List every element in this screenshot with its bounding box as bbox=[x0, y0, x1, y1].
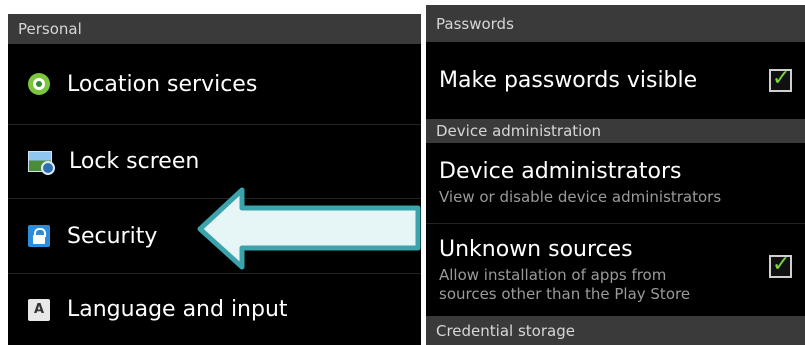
section-header-label: Personal bbox=[18, 20, 82, 38]
settings-item-location-services[interactable]: Location services bbox=[8, 44, 421, 124]
settings-item-security[interactable]: Security bbox=[8, 199, 421, 273]
setting-title: Unknown sources bbox=[439, 236, 633, 262]
language-icon: A bbox=[28, 298, 50, 321]
settings-item-language-and-input[interactable]: A Language and input bbox=[8, 274, 421, 345]
section-header-label: Device administration bbox=[436, 122, 602, 140]
setting-title: Make passwords visible bbox=[439, 68, 698, 93]
settings-item-label: Location services bbox=[67, 71, 258, 97]
settings-item-label: Lock screen bbox=[69, 149, 200, 174]
section-header-passwords: Passwords bbox=[426, 5, 805, 42]
section-header-label: Passwords bbox=[436, 14, 514, 33]
settings-item-lock-screen[interactable]: Lock screen bbox=[8, 125, 421, 198]
section-header-device-administration: Device administration bbox=[426, 119, 805, 143]
setting-title: Device administrators bbox=[439, 159, 682, 184]
setting-subtitle: Allow installation of apps from sources … bbox=[439, 265, 691, 303]
checkmark-icon: ✓ bbox=[772, 66, 791, 91]
section-header-personal: Personal bbox=[8, 14, 421, 44]
setting-unknown-sources[interactable]: Unknown sources Allow installation of ap… bbox=[426, 224, 805, 316]
checkmark-icon: ✓ bbox=[772, 252, 791, 277]
setting-device-administrators[interactable]: Device administrators View or disable de… bbox=[426, 143, 805, 223]
lock-screen-icon bbox=[28, 151, 55, 175]
security-settings-panel: Passwords Make passwords visible ✓ Devic… bbox=[426, 5, 805, 345]
settings-item-label: Language and input bbox=[67, 297, 288, 322]
setting-make-passwords-visible[interactable]: Make passwords visible ✓ bbox=[426, 42, 805, 119]
security-lock-icon bbox=[28, 225, 50, 247]
setting-subtitle: View or disable device administrators bbox=[439, 188, 722, 206]
section-header-credential-storage: Credential storage bbox=[426, 316, 805, 345]
settings-item-label: Security bbox=[67, 223, 158, 249]
settings-list-panel: Personal Location services Lock screen S… bbox=[8, 14, 421, 345]
section-header-label: Credential storage bbox=[436, 321, 575, 340]
unknown-sources-checkbox[interactable]: ✓ bbox=[769, 252, 792, 278]
make-passwords-visible-checkbox[interactable]: ✓ bbox=[769, 66, 792, 92]
location-icon bbox=[28, 73, 50, 95]
